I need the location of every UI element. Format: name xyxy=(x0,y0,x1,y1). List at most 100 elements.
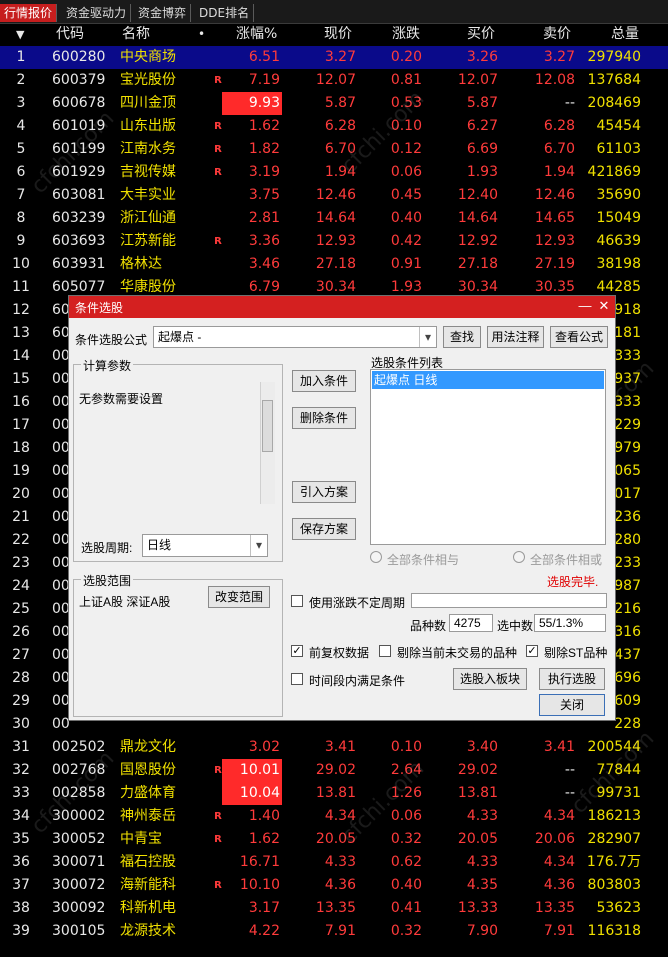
forward-adjust-checkbox[interactable]: ✓ xyxy=(291,645,303,657)
condition-list-item[interactable]: 起爆点 日线 xyxy=(372,371,604,389)
condition-list[interactable]: 起爆点 日线 xyxy=(370,369,606,545)
current-price: 12.93 xyxy=(315,233,356,249)
table-row[interactable]: 38 300092 科新机电 3.17 13.35 0.41 13.33 13.35 53623 xyxy=(0,897,668,920)
change-amount: 0.81 xyxy=(390,72,422,88)
delete-condition-button[interactable]: 删除条件 xyxy=(292,407,356,429)
change-percent: 9.93 xyxy=(222,92,282,115)
bid-price: 12.07 xyxy=(457,72,498,88)
stock-name: 四川金顶 xyxy=(120,95,176,111)
stock-code: 002768 xyxy=(52,762,106,778)
scope-group-label: 选股范围 xyxy=(81,572,134,589)
stock-name: 山东出版 xyxy=(120,118,176,134)
stock-name: 吉视传媒 xyxy=(120,164,176,180)
stock-code: 300052 xyxy=(52,831,106,847)
add-to-sector-button[interactable]: 选股入板块 xyxy=(453,668,527,690)
col-chg[interactable]: 涨跌 xyxy=(392,23,420,46)
exclude-untraded-checkbox[interactable] xyxy=(379,645,391,657)
dialog-title: 条件选股 xyxy=(75,301,124,315)
table-row[interactable]: 9 603693 江苏新能 R 3.36 12.93 0.42 12.92 12.93 46639 xyxy=(0,230,668,253)
close-button[interactable]: 关闭 xyxy=(539,694,605,716)
tab-fund-game[interactable]: 资金博弈 xyxy=(134,4,192,22)
change-percent: 10.10 xyxy=(239,877,280,893)
time-range-checkbox[interactable] xyxy=(291,673,303,685)
ask-price: 13.35 xyxy=(534,900,575,916)
col-sell[interactable]: 卖价 xyxy=(543,23,571,46)
row-index: 9 xyxy=(16,233,26,249)
table-row[interactable]: 8 603239 浙江仙通 2.81 14.64 0.40 14.64 14.65 15049 xyxy=(0,207,668,230)
table-row[interactable]: 6 601929 吉视传媒 R 3.19 1.94 0.06 1.93 1.94 421869 xyxy=(0,161,668,184)
period-combo[interactable]: 日线 ▾ xyxy=(142,534,268,557)
execute-select-button[interactable]: 执行选股 xyxy=(539,668,605,690)
chevron-down-icon[interactable]: ▾ xyxy=(250,535,267,556)
stock-code: 603239 xyxy=(52,210,106,226)
search-button[interactable]: 查找 xyxy=(443,326,481,348)
table-row[interactable]: 4 601019 山东出版 R 1.62 6.28 0.10 6.27 6.28 45454 xyxy=(0,115,668,138)
dialog-titlebar[interactable]: 条件选股 — ✕ xyxy=(69,296,615,318)
stock-code: 600379 xyxy=(52,72,106,88)
formula-combo[interactable]: 起爆点 - ▾ xyxy=(153,326,437,348)
table-row[interactable]: 31 002502 鼎龙文化 3.02 3.41 0.10 3.40 3.41 200544 xyxy=(0,736,668,759)
row-index: 31 xyxy=(12,739,30,755)
table-row[interactable]: 36 300071 福石控股 16.71 4.33 0.62 4.33 4.34 176.7万 xyxy=(0,851,668,874)
save-scheme-button[interactable]: 保存方案 xyxy=(292,518,356,540)
col-name[interactable]: 名称 xyxy=(122,23,150,46)
table-row[interactable]: 35 300052 中青宝 R 1.62 20.05 0.32 20.05 20.06 28290… xyxy=(0,828,668,851)
exclude-st-checkbox[interactable]: ✓ xyxy=(526,645,538,657)
tab-quotes[interactable]: 行情报价 xyxy=(0,4,58,22)
stock-name: 力盛体育 xyxy=(120,785,176,801)
minimize-icon[interactable]: — xyxy=(577,298,593,314)
close-icon[interactable]: ✕ xyxy=(596,298,612,314)
params-scrollbar[interactable] xyxy=(260,382,275,504)
table-row[interactable]: 32 002768 国恩股份 R 10.01 29.02 2.64 29.02 -- 77844 xyxy=(0,759,668,782)
row-index: 17 xyxy=(12,417,30,433)
formula-label: 条件选股公式 xyxy=(75,333,148,347)
selected-label: 选中数 xyxy=(497,619,534,633)
usage-note-button[interactable]: 用法注释 xyxy=(487,326,544,348)
radio-or[interactable] xyxy=(513,551,525,563)
change-amount: 0.06 xyxy=(390,808,422,824)
row-index: 5 xyxy=(16,141,26,157)
var-period-field[interactable] xyxy=(411,593,607,608)
current-price: 20.05 xyxy=(315,831,356,847)
use-var-period-checkbox[interactable] xyxy=(291,595,303,607)
tab-dde-rank[interactable]: DDE排名 xyxy=(195,4,255,22)
tab-fund-drive[interactable]: 资金驱动力 xyxy=(62,4,132,22)
time-range-label: 时间段内满足条件 xyxy=(309,674,406,688)
col-pct[interactable]: 涨幅% xyxy=(236,23,277,46)
view-formula-button[interactable]: 查看公式 xyxy=(550,326,608,348)
stock-name: 科新机电 xyxy=(120,900,176,916)
radio-and[interactable] xyxy=(370,551,382,563)
scrollbar-thumb[interactable] xyxy=(262,400,273,452)
table-row[interactable]: 3 600678 四川金顶 9.93 5.87 0.53 5.87 -- 208469 xyxy=(0,92,668,115)
table-row[interactable]: 5 601199 江南水务 R 1.82 6.70 0.12 6.69 6.70 61103 xyxy=(0,138,668,161)
table-row[interactable]: 39 300105 龙源技术 4.22 7.91 0.32 7.90 7.91 116318 xyxy=(0,920,668,943)
col-price[interactable]: 现价 xyxy=(324,23,352,46)
col-dot: • xyxy=(198,27,206,41)
col-vol[interactable]: 总量 xyxy=(611,23,639,46)
formula-value: 起爆点 - xyxy=(158,330,202,344)
row-index: 35 xyxy=(12,831,30,847)
change-scope-button[interactable]: 改变范围 xyxy=(208,586,270,608)
table-row[interactable]: 1 600280 中央商场 6.51 3.27 0.20 3.26 3.27 297940 xyxy=(0,46,668,69)
radio-or-label: 全部条件相或 xyxy=(530,553,603,567)
import-scheme-button[interactable]: 引入方案 xyxy=(292,481,356,503)
col-buy[interactable]: 买价 xyxy=(467,23,495,46)
table-row[interactable]: 2 600379 宝光股份 R 7.19 12.07 0.81 12.07 12.08 13768… xyxy=(0,69,668,92)
table-row[interactable]: 34 300002 神州泰岳 R 1.40 4.34 0.06 4.33 4.34 186213 xyxy=(0,805,668,828)
current-price: 13.35 xyxy=(315,900,356,916)
row-index: 37 xyxy=(12,877,30,893)
change-percent: 2.81 xyxy=(248,210,280,226)
table-row[interactable]: 33 002858 力盛体育 10.04 13.81 1.26 13.81 -- 99731 xyxy=(0,782,668,805)
row-index: 22 xyxy=(12,532,30,548)
add-condition-button[interactable]: 加入条件 xyxy=(292,370,356,392)
col-code[interactable]: 代码 xyxy=(56,23,84,46)
total-volume: 15049 xyxy=(596,210,641,226)
table-row[interactable]: 7 603081 大丰实业 3.75 12.46 0.45 12.40 12.46 35690 xyxy=(0,184,668,207)
sort-down-icon[interactable]: ▼ xyxy=(16,23,24,46)
bid-price: 4.35 xyxy=(466,877,498,893)
chevron-down-icon[interactable]: ▾ xyxy=(419,327,436,347)
table-row[interactable]: 10 603931 格林达 3.46 27.18 0.91 27.18 27.19 38198 xyxy=(0,253,668,276)
table-row[interactable]: 37 300072 海新能科 R 10.10 4.36 0.40 4.35 4.36 803803 xyxy=(0,874,668,897)
stock-code: 300071 xyxy=(52,854,106,870)
total-volume: 77844 xyxy=(596,762,641,778)
